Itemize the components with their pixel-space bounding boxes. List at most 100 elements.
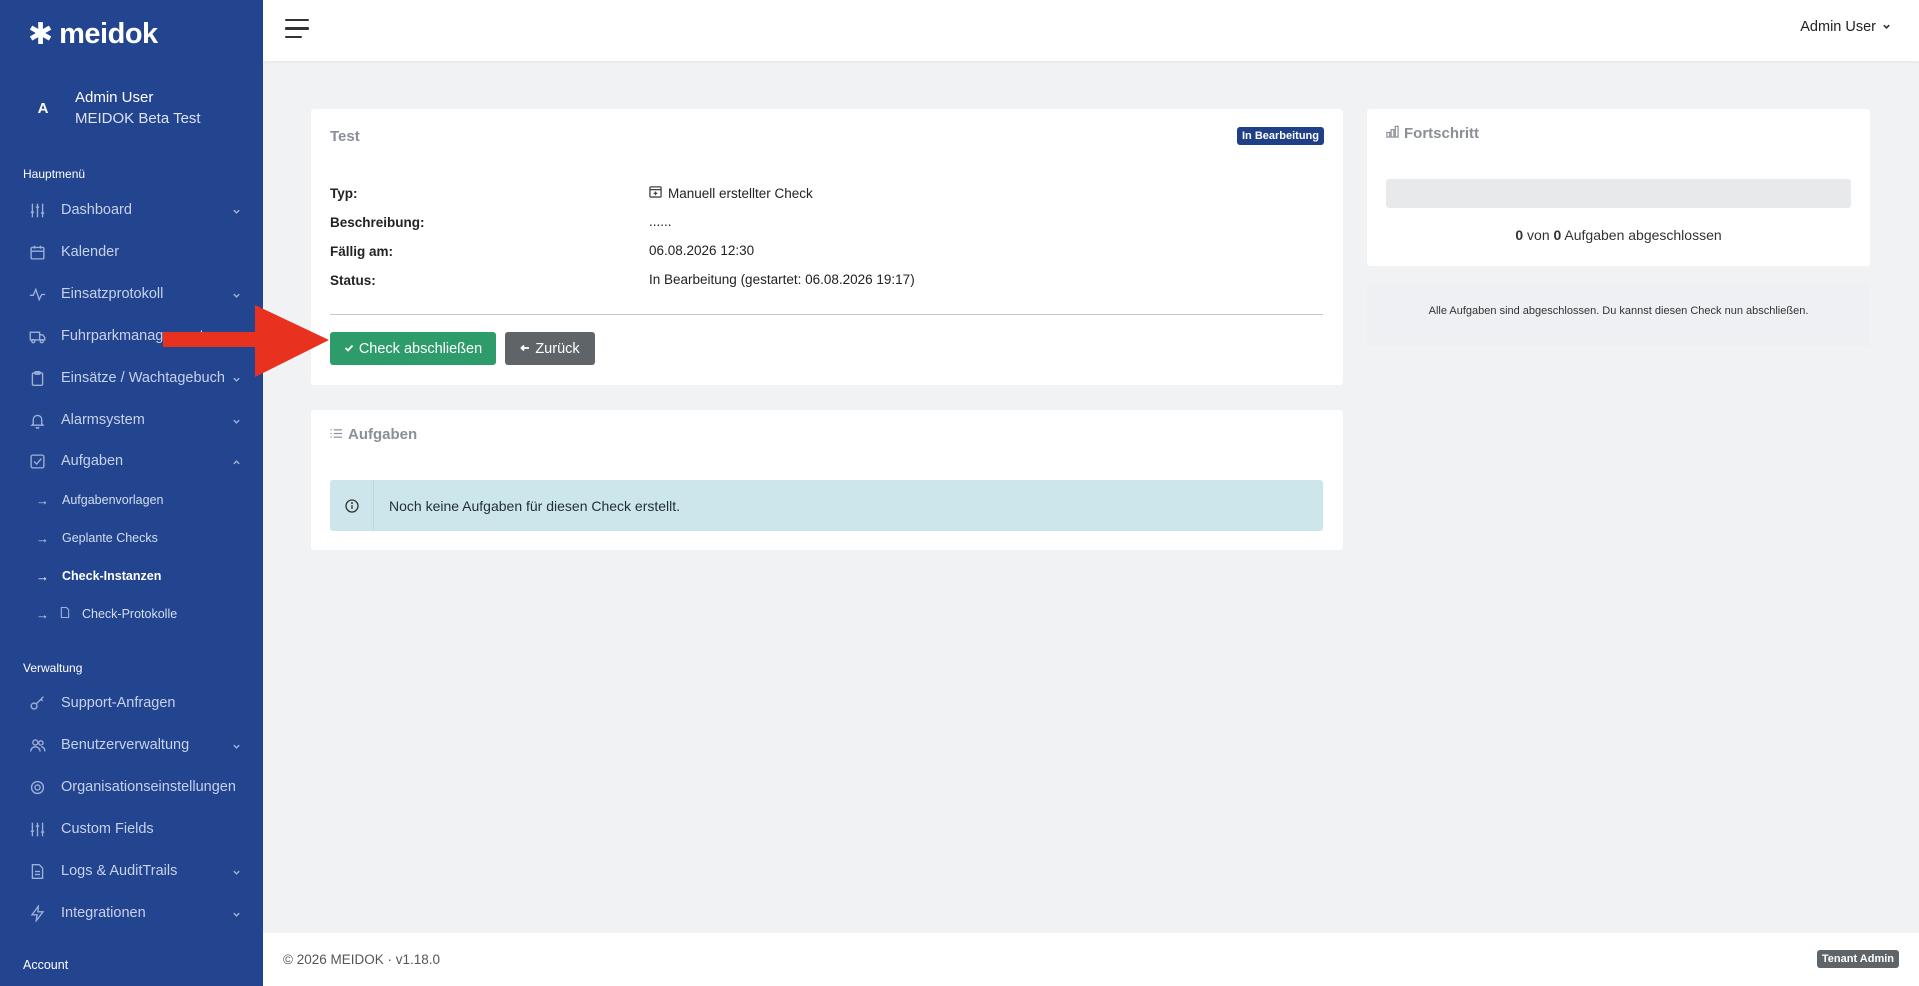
check-square-icon	[27, 453, 47, 470]
progress-summary: 0 von 0 Aufgaben abgeschlossen	[1367, 227, 1870, 243]
chevron-up-icon	[232, 455, 241, 471]
complete-check-button[interactable]: Check abschließen	[330, 332, 496, 365]
sidebar-item-label: Organisationseinstellungen	[61, 779, 236, 795]
section-title-account: Account	[23, 958, 69, 972]
progress-card: Fortschritt 0 von 0 Aufgaben abgeschloss…	[1367, 109, 1870, 266]
sidebar-item-label: Support-Anfragen	[61, 695, 176, 711]
sidebar-item-label: Custom Fields	[61, 821, 154, 837]
brand-name: meidok	[59, 18, 158, 50]
user-name: Admin User	[75, 89, 154, 106]
sidebar-item-label: Benutzerverwaltung	[61, 737, 190, 753]
check-icon	[344, 341, 354, 357]
topbar: Admin User	[263, 0, 1919, 61]
sidebar-item-label: Einsatzprotokoll	[61, 286, 164, 302]
sidebar-item-custom-fields[interactable]: Custom Fields	[0, 811, 263, 847]
chevron-down-icon	[232, 739, 241, 755]
status-value: In Bearbeitung (gestartet: 06.08.2026 19…	[649, 272, 915, 287]
user-profile[interactable]: A Admin User MEIDOK Beta Test	[28, 87, 201, 129]
progress-bar	[1386, 179, 1851, 208]
sidebar-subitem-aufgabenvorlagen[interactable]: → Aufgabenvorlagen	[0, 485, 263, 515]
bar-chart-icon	[1386, 125, 1399, 142]
arrow-right-icon: →	[36, 492, 49, 508]
tasks-card: Aufgaben Noch keine Aufgaben für diesen …	[311, 410, 1343, 550]
sidebar-item-alarmsystem[interactable]: Alarmsystem	[0, 402, 263, 438]
user-org: MEIDOK Beta Test	[75, 110, 201, 127]
chevron-down-icon	[232, 865, 241, 881]
sidebar-item-label: Alarmsystem	[61, 412, 145, 428]
zap-icon	[27, 904, 47, 922]
sidebar-item-logs[interactable]: Logs & AuditTrails	[0, 853, 263, 889]
users-icon	[27, 737, 47, 754]
type-label: Typ:	[330, 186, 358, 201]
activity-icon	[27, 286, 47, 303]
sidebar-item-aufgaben[interactable]: Aufgaben	[0, 443, 263, 479]
arrow-right-icon: →	[36, 568, 49, 584]
star-of-life-icon: ✱	[28, 17, 54, 51]
section-title-main: Hauptmenü	[23, 167, 86, 181]
progress-suffix: Aufgaben abgeschlossen	[1564, 227, 1722, 243]
total-count: 0	[1553, 227, 1562, 243]
progress-header: Fortschritt	[1386, 125, 1479, 142]
chevron-down-icon	[1882, 19, 1891, 35]
check-details-card: Test In Bearbeitung Typ: Manuell erstell…	[311, 109, 1343, 385]
bell-icon	[27, 412, 47, 429]
sidebar-subitem-geplante-checks[interactable]: → Geplante Checks	[0, 523, 263, 553]
sidebar-subitem-check-protokolle[interactable]: → Check-Protokolle	[0, 599, 263, 629]
sliders-icon	[27, 821, 47, 838]
section-title-admin: Verwaltung	[23, 661, 83, 675]
divider	[330, 314, 1323, 315]
tenant-badge: Tenant Admin	[1816, 950, 1899, 968]
sidebar-subitem-check-instanzen[interactable]: → Check-Instanzen	[0, 561, 263, 591]
footer: © 2026 MEIDOK · v1.18.0 Tenant Admin	[263, 933, 1919, 986]
calendar-plus-icon	[649, 185, 662, 201]
chevron-down-icon	[232, 907, 241, 923]
status-badge: In Bearbeitung	[1236, 127, 1324, 145]
sidebar-subitem-label: Check-Instanzen	[62, 569, 162, 583]
sidebar: ✱ meidok A Admin User MEIDOK Beta Test H…	[0, 0, 263, 986]
sidebar-item-kalender[interactable]: Kalender	[0, 234, 263, 270]
sidebar-subitem-label: Geplante Checks	[62, 531, 158, 545]
back-label: Zurück	[535, 340, 580, 357]
progress-title: Fortschritt	[1404, 125, 1479, 142]
sidebar-item-label: Dashboard	[61, 202, 132, 218]
completion-notice: Alle Aufgaben sind abgeschlossen. Du kan…	[1428, 305, 1809, 317]
tasks-title: Aufgaben	[348, 426, 418, 443]
due-label: Fällig am:	[330, 244, 394, 259]
sidebar-item-label: Kalender	[61, 244, 120, 260]
hamburger-menu-icon[interactable]	[285, 19, 309, 39]
arrow-right-icon: →	[36, 530, 49, 546]
list-icon	[330, 426, 343, 443]
calendar-icon	[27, 244, 47, 261]
annotation-arrow-icon	[163, 305, 329, 377]
arrow-right-icon: →	[36, 606, 49, 622]
avatar: A	[37, 99, 49, 117]
description-label: Beschreibung:	[330, 215, 425, 230]
sidebar-subitem-label: Aufgabenvorlagen	[62, 493, 164, 507]
key-icon	[27, 695, 47, 712]
sidebar-item-label: Integrationen	[61, 905, 146, 921]
due-value: 06.08.2026 12:30	[649, 243, 755, 258]
tasks-header: Aufgaben	[330, 426, 417, 443]
sidebar-item-benutzerverwaltung[interactable]: Benutzerverwaltung	[0, 727, 263, 763]
sidebar-item-integrationen[interactable]: Integrationen	[0, 895, 263, 931]
empty-tasks-alert: Noch keine Aufgaben für diesen Check ers…	[330, 480, 1323, 531]
sidebar-item-support[interactable]: Support-Anfragen	[0, 685, 263, 721]
arrow-left-icon	[520, 341, 530, 357]
complete-check-label: Check abschließen	[358, 340, 483, 357]
of-label: von	[1527, 227, 1550, 243]
sidebar-item-organisationseinstellungen[interactable]: Organisationseinstellungen	[0, 769, 263, 805]
back-button[interactable]: Zurück	[505, 332, 595, 365]
sidebar-subitem-label: Check-Protokolle	[82, 607, 178, 621]
file-icon	[27, 863, 47, 880]
type-value-text: Manuell erstellter Check	[668, 185, 813, 201]
sidebar-item-dashboard[interactable]: Dashboard	[0, 192, 263, 228]
copyright: © 2026 MEIDOK · v1.18.0	[283, 952, 441, 967]
sidebar-item-label: Aufgaben	[61, 453, 124, 469]
gear-icon	[27, 779, 47, 796]
user-menu-label: Admin User	[1800, 19, 1876, 35]
brand-logo[interactable]: ✱ meidok	[28, 18, 158, 51]
chevron-down-icon	[232, 288, 241, 304]
status-label: Status:	[330, 273, 376, 288]
sidebar-item-label: Logs & AuditTrails	[61, 863, 178, 879]
user-menu-dropdown[interactable]: Admin User	[1800, 19, 1891, 35]
